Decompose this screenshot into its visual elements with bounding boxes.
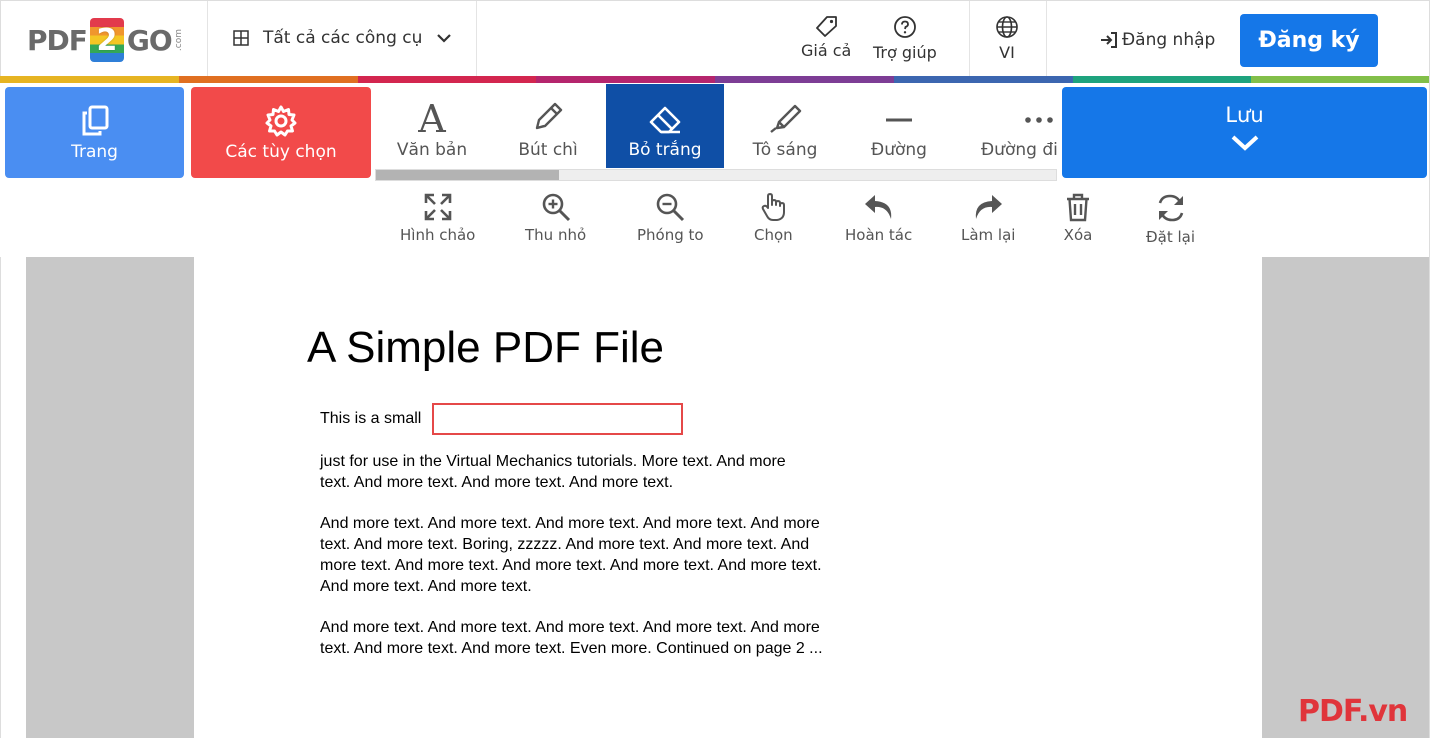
rainbow-bar bbox=[0, 76, 1430, 83]
save-label: Lưu bbox=[1225, 103, 1264, 127]
rainbow-segment bbox=[1251, 76, 1430, 83]
select-button[interactable]: Chọn bbox=[754, 192, 793, 244]
price-link[interactable]: Giá cả bbox=[801, 15, 851, 60]
divider bbox=[1046, 1, 1047, 77]
tool-whiteout[interactable]: Bỏ trắng bbox=[606, 84, 724, 168]
zoom-in-button[interactable]: Phóng to bbox=[637, 192, 704, 244]
rainbow-segment bbox=[893, 76, 1073, 83]
rainbow-segment bbox=[536, 76, 715, 83]
rainbow-segment bbox=[357, 76, 537, 83]
refresh-icon bbox=[1158, 194, 1183, 222]
tool-pencil-label: Bút chì bbox=[518, 140, 578, 160]
tool-text-label: Văn bản bbox=[396, 140, 468, 160]
gear-icon bbox=[265, 105, 297, 136]
eraser-icon bbox=[649, 106, 681, 134]
whiteout-box[interactable] bbox=[432, 403, 683, 435]
rainbow-segment bbox=[715, 76, 894, 83]
document-title: A Simple PDF File bbox=[307, 323, 664, 372]
all-tools-dropdown[interactable]: Tất cả các công cụ bbox=[233, 28, 452, 48]
copy-pages-icon bbox=[82, 105, 108, 135]
rainbow-segment bbox=[1072, 76, 1252, 83]
pencil-icon bbox=[535, 102, 563, 130]
logo-go-text: GO bbox=[126, 23, 173, 57]
login-label: Đăng nhập bbox=[1122, 30, 1216, 50]
all-tools-label: Tất cả các công cụ bbox=[263, 28, 423, 48]
language-selector[interactable]: VI bbox=[995, 15, 1019, 62]
undo-label: Hoàn tác bbox=[845, 226, 913, 244]
logo-2-badge: 2 bbox=[89, 18, 124, 62]
price-label: Giá cả bbox=[801, 41, 852, 60]
tool-highlight-label: Tô sáng bbox=[752, 140, 818, 160]
undo-icon bbox=[864, 195, 891, 219]
grid-icon bbox=[233, 30, 249, 46]
sign-in-icon bbox=[1101, 32, 1117, 48]
canvas-left-edge bbox=[0, 257, 1, 738]
tool-text[interactable]: A Văn bản bbox=[373, 84, 491, 168]
pages-label: Trang bbox=[71, 141, 118, 162]
redo-icon bbox=[976, 195, 1003, 219]
document-paragraph-3: And more text. And more text. And more t… bbox=[320, 619, 823, 657]
highlighter-icon bbox=[770, 104, 802, 133]
select-label: Chọn bbox=[754, 226, 793, 244]
tool-more-label: Đường đi bbox=[981, 140, 1058, 160]
top-header: PDF 2 GO .com Tất cả các công cụ Giá cả … bbox=[0, 0, 1430, 77]
arrows-expand-icon bbox=[424, 193, 451, 221]
pan-label: Hình chảo bbox=[400, 226, 476, 244]
tool-whiteout-label: Bỏ trắng bbox=[628, 140, 702, 160]
pages-button[interactable]: Trang bbox=[5, 87, 184, 178]
chevron-down-icon bbox=[1231, 135, 1258, 151]
zoom-in-label: Phóng to bbox=[637, 226, 704, 244]
pan-button[interactable]: Hình chảo bbox=[400, 192, 475, 244]
zoom-out-icon bbox=[656, 193, 685, 222]
chevron-down-icon bbox=[437, 34, 452, 43]
tool-line[interactable]: Đường bbox=[840, 84, 958, 168]
tool-highlight[interactable]: Tô sáng bbox=[726, 84, 844, 168]
rainbow-segment bbox=[178, 76, 358, 83]
ellipsis-icon bbox=[1025, 117, 1053, 123]
reset-button[interactable]: Đặt lại bbox=[1146, 192, 1195, 246]
logo-com-text: .com bbox=[173, 28, 184, 52]
tag-icon bbox=[816, 16, 838, 37]
globe-icon bbox=[996, 16, 1018, 38]
text-icon: A bbox=[417, 100, 446, 134]
undo-button[interactable]: Hoàn tác bbox=[845, 192, 912, 244]
hand-pointer-icon bbox=[762, 193, 786, 221]
options-button[interactable]: Các tùy chọn bbox=[191, 87, 371, 178]
divider bbox=[969, 1, 970, 77]
save-button[interactable]: Lưu bbox=[1062, 87, 1427, 178]
zoom-out-label: Thu nhỏ bbox=[525, 226, 587, 244]
options-label: Các tùy chọn bbox=[225, 141, 337, 162]
tool-line-label: Đường bbox=[871, 140, 927, 160]
question-circle-icon bbox=[893, 16, 916, 38]
help-link[interactable]: Trợ giúp bbox=[873, 15, 937, 62]
reset-label: Đặt lại bbox=[1146, 228, 1195, 246]
tool-pencil[interactable]: Bút chì bbox=[489, 84, 607, 168]
delete-label: Xóa bbox=[1063, 226, 1093, 244]
zoom-in-icon bbox=[542, 193, 570, 222]
line-icon bbox=[886, 118, 912, 122]
redo-button[interactable]: Làm lại bbox=[961, 192, 1015, 244]
zoom-out-button[interactable]: Thu nhỏ bbox=[525, 192, 586, 244]
divider bbox=[207, 1, 208, 77]
help-label: Trợ giúp bbox=[873, 43, 937, 62]
tool-more[interactable]: Đường đi bbox=[966, 84, 1058, 168]
pdfvn-watermark: PDF.vn bbox=[1298, 694, 1408, 729]
divider bbox=[476, 1, 477, 77]
signup-button[interactable]: Đăng ký bbox=[1240, 14, 1378, 67]
delete-button[interactable]: Xóa bbox=[1063, 192, 1093, 244]
document-line-1: This is a small bbox=[320, 410, 422, 427]
login-link[interactable]: Đăng nhập bbox=[1100, 30, 1215, 50]
language-label: VI bbox=[999, 43, 1015, 62]
trash-icon bbox=[1067, 193, 1089, 222]
logo-pdf-text: PDF bbox=[27, 23, 88, 57]
rainbow-segment bbox=[0, 76, 179, 83]
svg-text:A: A bbox=[417, 100, 446, 134]
document-paragraph-2: And more text. And more text. And more t… bbox=[320, 515, 822, 595]
redo-label: Làm lại bbox=[961, 226, 1016, 244]
pdf2go-logo[interactable]: PDF 2 GO .com bbox=[27, 17, 184, 63]
toolbar-scrollbar[interactable] bbox=[375, 169, 1057, 181]
document-paragraph-1: just for use in the Virtual Mechanics tu… bbox=[320, 453, 786, 491]
toolbar-scrollbar-thumb[interactable] bbox=[376, 170, 559, 180]
